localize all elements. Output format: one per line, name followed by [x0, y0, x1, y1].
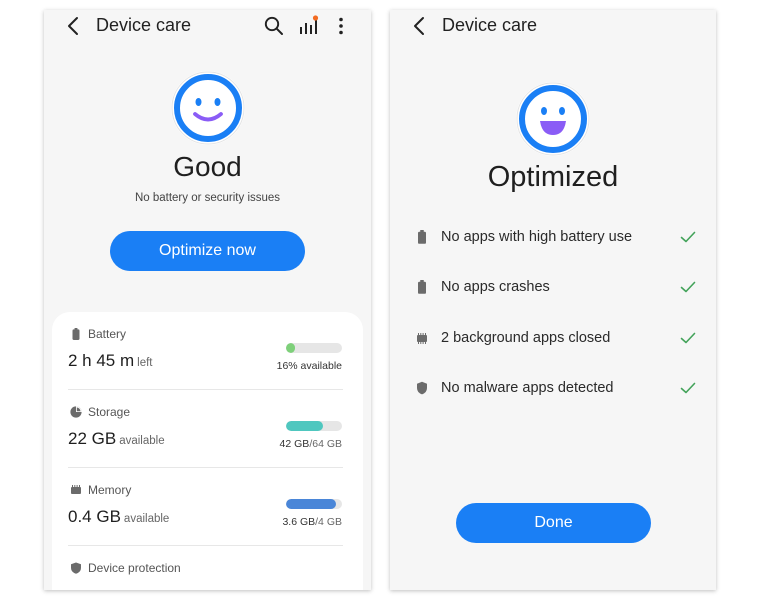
memory-bar-fill — [286, 499, 337, 509]
storage-pie-icon — [70, 406, 82, 418]
battery-caption: 16% available — [277, 360, 342, 372]
storage-value: 22 GB available — [68, 429, 165, 449]
storage-value-text: 22 GB — [68, 429, 117, 448]
status-title: Good — [173, 151, 242, 182]
storage-bar-fill — [286, 421, 323, 431]
back-icon[interactable] — [64, 16, 84, 36]
device-care-screen-good: Device care Good No battery or security … — [44, 10, 371, 590]
check-text: No malware apps detected — [441, 380, 614, 396]
memory-value: 0.4 GB available — [68, 507, 169, 527]
battery-value-text: 2 h 45 m — [68, 351, 135, 370]
memory-value-text: 0.4 GB — [68, 507, 121, 526]
signal-bars-icon[interactable] — [297, 15, 319, 37]
status-subtitle: No battery or security issues — [134, 192, 281, 204]
search-icon[interactable] — [263, 15, 285, 37]
memory-label: Memory — [88, 483, 132, 497]
check-text: No apps with high battery use — [441, 229, 633, 245]
app-bar: Device care — [390, 10, 716, 42]
battery-unit: left — [137, 357, 153, 369]
done-button[interactable]: Done — [456, 503, 651, 543]
memory-caption: 3.6 GB/4 GB — [282, 516, 342, 528]
battery-icon — [418, 280, 426, 294]
memory-caption-dim: /4 GB — [315, 516, 342, 528]
app-bar-title: Device care — [442, 15, 538, 35]
app-bar-title: Device care — [96, 15, 192, 35]
storage-caption-text: 42 GB — [279, 438, 310, 450]
status-title: Optimized — [487, 161, 619, 193]
battery-caption-text: 16% available — [276, 360, 342, 372]
check-row: 2 background apps closed — [390, 323, 716, 353]
checkmark-icon — [680, 382, 696, 394]
battery-row[interactable]: Battery 2 h 45 m left 16% available — [68, 312, 343, 390]
shield-icon — [71, 562, 81, 574]
storage-label: Storage — [88, 405, 131, 419]
check-row: No malware apps detected — [390, 373, 716, 403]
battery-label: Battery — [88, 327, 127, 341]
checkmark-icon — [680, 231, 696, 243]
laughing-face-icon — [516, 82, 590, 156]
storage-unit: available — [119, 435, 165, 447]
memory-chip-icon — [417, 333, 427, 344]
battery-bar — [286, 343, 342, 353]
optimize-now-button[interactable]: Optimize now — [110, 231, 305, 271]
storage-row[interactable]: Storage 22 GB available 42 GB/64 GB — [68, 390, 343, 468]
device-status-card: Battery 2 h 45 m left 16% available Stora… — [52, 312, 363, 590]
memory-unit: available — [123, 513, 170, 525]
memory-bar — [286, 499, 342, 509]
check-row: No apps with high battery use — [390, 222, 716, 252]
shield-icon — [417, 381, 427, 395]
checkmark-icon — [680, 281, 696, 293]
memory-chip-icon — [71, 485, 81, 494]
back-icon[interactable] — [410, 16, 430, 36]
check-text: No apps crashes — [441, 279, 550, 295]
battery-bar-fill — [286, 343, 295, 353]
memory-row[interactable]: Memory 0.4 GB available 3.6 GB/4 GB — [68, 468, 343, 546]
device-protection-row[interactable]: Device protection — [68, 546, 343, 586]
storage-caption: 42 GB/64 GB — [280, 438, 342, 450]
battery-icon — [418, 230, 426, 244]
device-protection-label: Device protection — [88, 561, 181, 575]
memory-caption-text: 3.6 GB — [282, 516, 316, 528]
more-vertical-icon[interactable] — [330, 15, 352, 37]
battery-icon — [72, 328, 80, 340]
smiley-face-icon — [171, 71, 245, 145]
storage-bar — [286, 421, 342, 431]
app-bar: Device care — [44, 10, 371, 42]
checkmark-icon — [680, 332, 696, 344]
check-text: 2 background apps closed — [441, 330, 611, 346]
check-row: No apps crashes — [390, 272, 716, 302]
device-care-screen-optimized: Device care Optimized No apps with high … — [390, 10, 716, 590]
storage-caption-dim: /64 GB — [309, 438, 342, 450]
battery-value: 2 h 45 m left — [68, 351, 153, 371]
